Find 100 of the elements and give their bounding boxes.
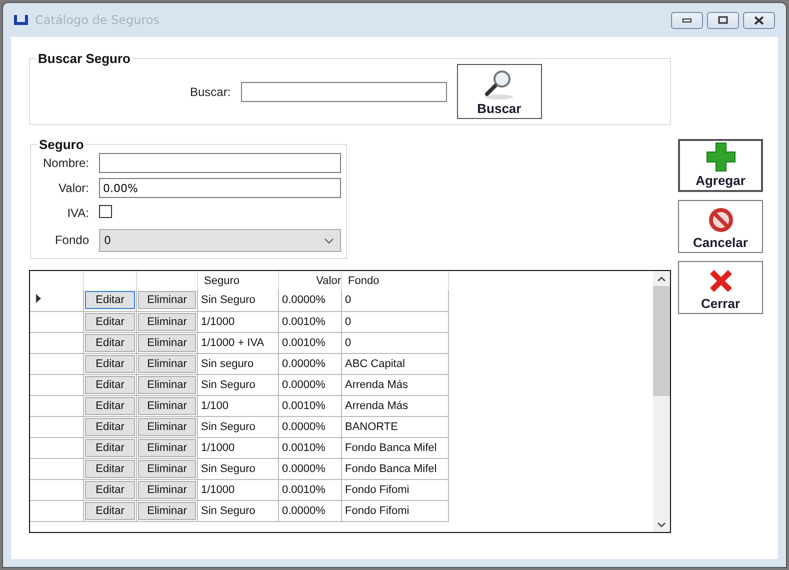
scroll-up-icon [657, 276, 666, 282]
vat-label: IVA: [66, 206, 89, 220]
table-cell: Fondo Banca Mifel [342, 437, 448, 458]
column-header[interactable]: Seguro [198, 271, 278, 290]
delete-button[interactable]: Eliminar [138, 291, 196, 310]
name-label: Nombre: [42, 156, 89, 170]
delete-button[interactable]: Eliminar [138, 460, 196, 478]
column-header[interactable]: Valor [278, 271, 342, 290]
delete-button[interactable]: Eliminar [138, 312, 196, 330]
table-cell: 0.0000% [278, 500, 342, 521]
edit-button[interactable]: Editar [85, 354, 135, 372]
row-header[interactable] [30, 395, 84, 416]
row-header[interactable] [30, 500, 84, 521]
minimize-button[interactable] [671, 12, 703, 28]
table-cell: Sin Seguro [198, 290, 278, 311]
edit-button[interactable]: Editar [85, 334, 135, 352]
cancel-button[interactable]: Cancelar [678, 200, 763, 253]
table-cell: 1/1000 [198, 479, 278, 500]
prohibited-icon [706, 206, 734, 234]
table-cell: 0 [342, 332, 448, 353]
edit-button[interactable]: Editar [85, 376, 135, 394]
minimize-icon [682, 17, 692, 23]
close-window-button[interactable]: Cerrar [678, 261, 763, 314]
row-header[interactable] [30, 437, 84, 458]
vat-checkbox[interactable] [99, 205, 112, 218]
table-cell: Sin Seguro [198, 500, 278, 521]
table-cell: Sin Seguro [198, 416, 278, 437]
table-cell: Arrenda Más [342, 374, 448, 395]
edit-button[interactable]: Editar [85, 502, 135, 520]
fund-label: Fondo [54, 233, 89, 247]
app-icon [13, 14, 29, 26]
table-cell: 0.0000% [278, 458, 342, 479]
delete-button[interactable]: Eliminar [138, 438, 196, 456]
scrollbar-thumb[interactable] [653, 286, 670, 396]
delete-button[interactable]: Eliminar [138, 334, 196, 352]
edit-button[interactable]: Editar [85, 312, 135, 330]
column-header[interactable]: Fondo [342, 271, 448, 290]
row-header[interactable] [30, 458, 84, 479]
table-cell: 0.0010% [278, 395, 342, 416]
edit-button[interactable]: Editar [85, 291, 135, 310]
close-button[interactable] [743, 12, 775, 28]
edit-button[interactable]: Editar [85, 396, 135, 414]
table-cell: Sin Seguro [198, 458, 278, 479]
row-header[interactable] [30, 479, 84, 500]
search-button[interactable]: Buscar [456, 64, 542, 119]
table-cell: 0.0010% [278, 332, 342, 353]
value-field[interactable]: 0.00% [99, 178, 341, 198]
row-header[interactable] [30, 374, 84, 395]
table-cell: 0.0000% [278, 290, 342, 311]
row-header[interactable] [30, 416, 84, 437]
value-label: Valor: [58, 181, 89, 195]
scroll-down-icon [657, 522, 666, 528]
edit-button[interactable]: Editar [85, 460, 135, 478]
table-cell: 0.0000% [278, 416, 342, 437]
group-title: Buscar Seguro [37, 51, 132, 66]
row-header[interactable] [30, 353, 84, 374]
row-header[interactable] [30, 332, 84, 353]
table-cell: Arrenda Más [342, 395, 448, 416]
delete-button[interactable]: Eliminar [138, 480, 196, 498]
table-cell: 1/1000 + IVA [198, 332, 278, 353]
table-cell: 0 [342, 290, 448, 311]
table-cell: Fondo Banca Mifel [342, 458, 448, 479]
current-row-icon [36, 294, 41, 304]
table-cell: 0.0010% [278, 479, 342, 500]
table-cell: 0.0000% [278, 374, 342, 395]
edit-button[interactable]: Editar [85, 418, 135, 436]
delete-button[interactable]: Eliminar [138, 502, 196, 520]
row-header[interactable] [30, 290, 84, 311]
delete-button[interactable]: Eliminar [138, 354, 196, 372]
delete-button[interactable]: Eliminar [138, 376, 196, 394]
fund-dropdown[interactable]: 0 [99, 229, 341, 252]
maximize-icon [718, 16, 728, 24]
table-cell: 0.0010% [278, 437, 342, 458]
maximize-button[interactable] [707, 12, 739, 28]
table-cell: 0 [342, 311, 448, 332]
search-label: Buscar: [190, 84, 231, 98]
delete-button[interactable]: Eliminar [138, 418, 196, 436]
delete-button[interactable]: Eliminar [138, 396, 196, 414]
add-button[interactable]: Agregar [678, 139, 763, 192]
edit-button[interactable]: Editar [85, 438, 135, 456]
table-cell: Fondo Fifomi [342, 500, 448, 521]
table-cell: 1/100 [198, 395, 278, 416]
table-cell: ABC Capital [342, 353, 448, 374]
table-cell: 0.0000% [278, 353, 342, 374]
close-icon [754, 16, 764, 24]
search-field[interactable] [240, 82, 447, 102]
table-cell: BANORTE [342, 416, 448, 437]
chevron-down-icon [324, 238, 334, 244]
table-cell: Fondo Fifomi [342, 479, 448, 500]
plus-icon [706, 142, 736, 172]
table-cell: Sin Seguro [198, 374, 278, 395]
table-cell: Sin seguro [198, 353, 278, 374]
row-header[interactable] [30, 311, 84, 332]
group-title: Seguro [38, 137, 85, 152]
name-field[interactable] [99, 153, 341, 173]
table-cell: 1/1000 [198, 311, 278, 332]
table-cell: 0.0010% [278, 311, 342, 332]
vertical-scrollbar[interactable] [653, 271, 670, 532]
edit-button[interactable]: Editar [85, 480, 135, 498]
table-cell: 1/1000 [198, 437, 278, 458]
